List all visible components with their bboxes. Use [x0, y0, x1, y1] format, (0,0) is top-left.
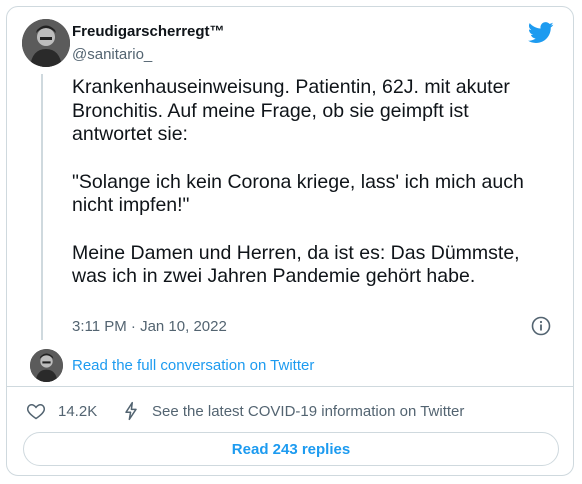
read-conversation-link[interactable]: Read the full conversation on Twitter	[72, 357, 314, 374]
covid-info-link[interactable]: See the latest COVID-19 information on T…	[152, 403, 464, 420]
heart-icon[interactable]	[26, 401, 46, 421]
tweet-paragraph: Meine Damen und Herren, da ist es: Das D…	[72, 241, 520, 288]
lightning-bolt-icon[interactable]	[121, 401, 141, 421]
author-avatar[interactable]	[22, 19, 70, 67]
author-avatar-small[interactable]	[30, 349, 63, 382]
info-icon[interactable]	[531, 316, 551, 336]
author-name[interactable]: Freudigarscherregt™	[72, 23, 225, 40]
tweet-paragraph: "Solange ich kein Corona kriege, lass' i…	[72, 170, 524, 217]
tweet-timestamp[interactable]: 3:11 PM · Jan 10, 2022	[72, 318, 227, 335]
read-replies-button[interactable]: Read 243 replies	[23, 432, 559, 466]
author-handle[interactable]: @sanitario_	[72, 46, 152, 63]
tweet-body: Krankenhauseinweisung. Patientin, 62J. m…	[72, 76, 552, 289]
thread-connector-line	[41, 74, 43, 340]
like-count[interactable]: 14.2K	[58, 403, 97, 420]
tweet-paragraph: Krankenhauseinweisung. Patientin, 62J. m…	[72, 76, 510, 145]
divider	[6, 386, 574, 387]
twitter-bird-icon[interactable]	[528, 22, 554, 44]
